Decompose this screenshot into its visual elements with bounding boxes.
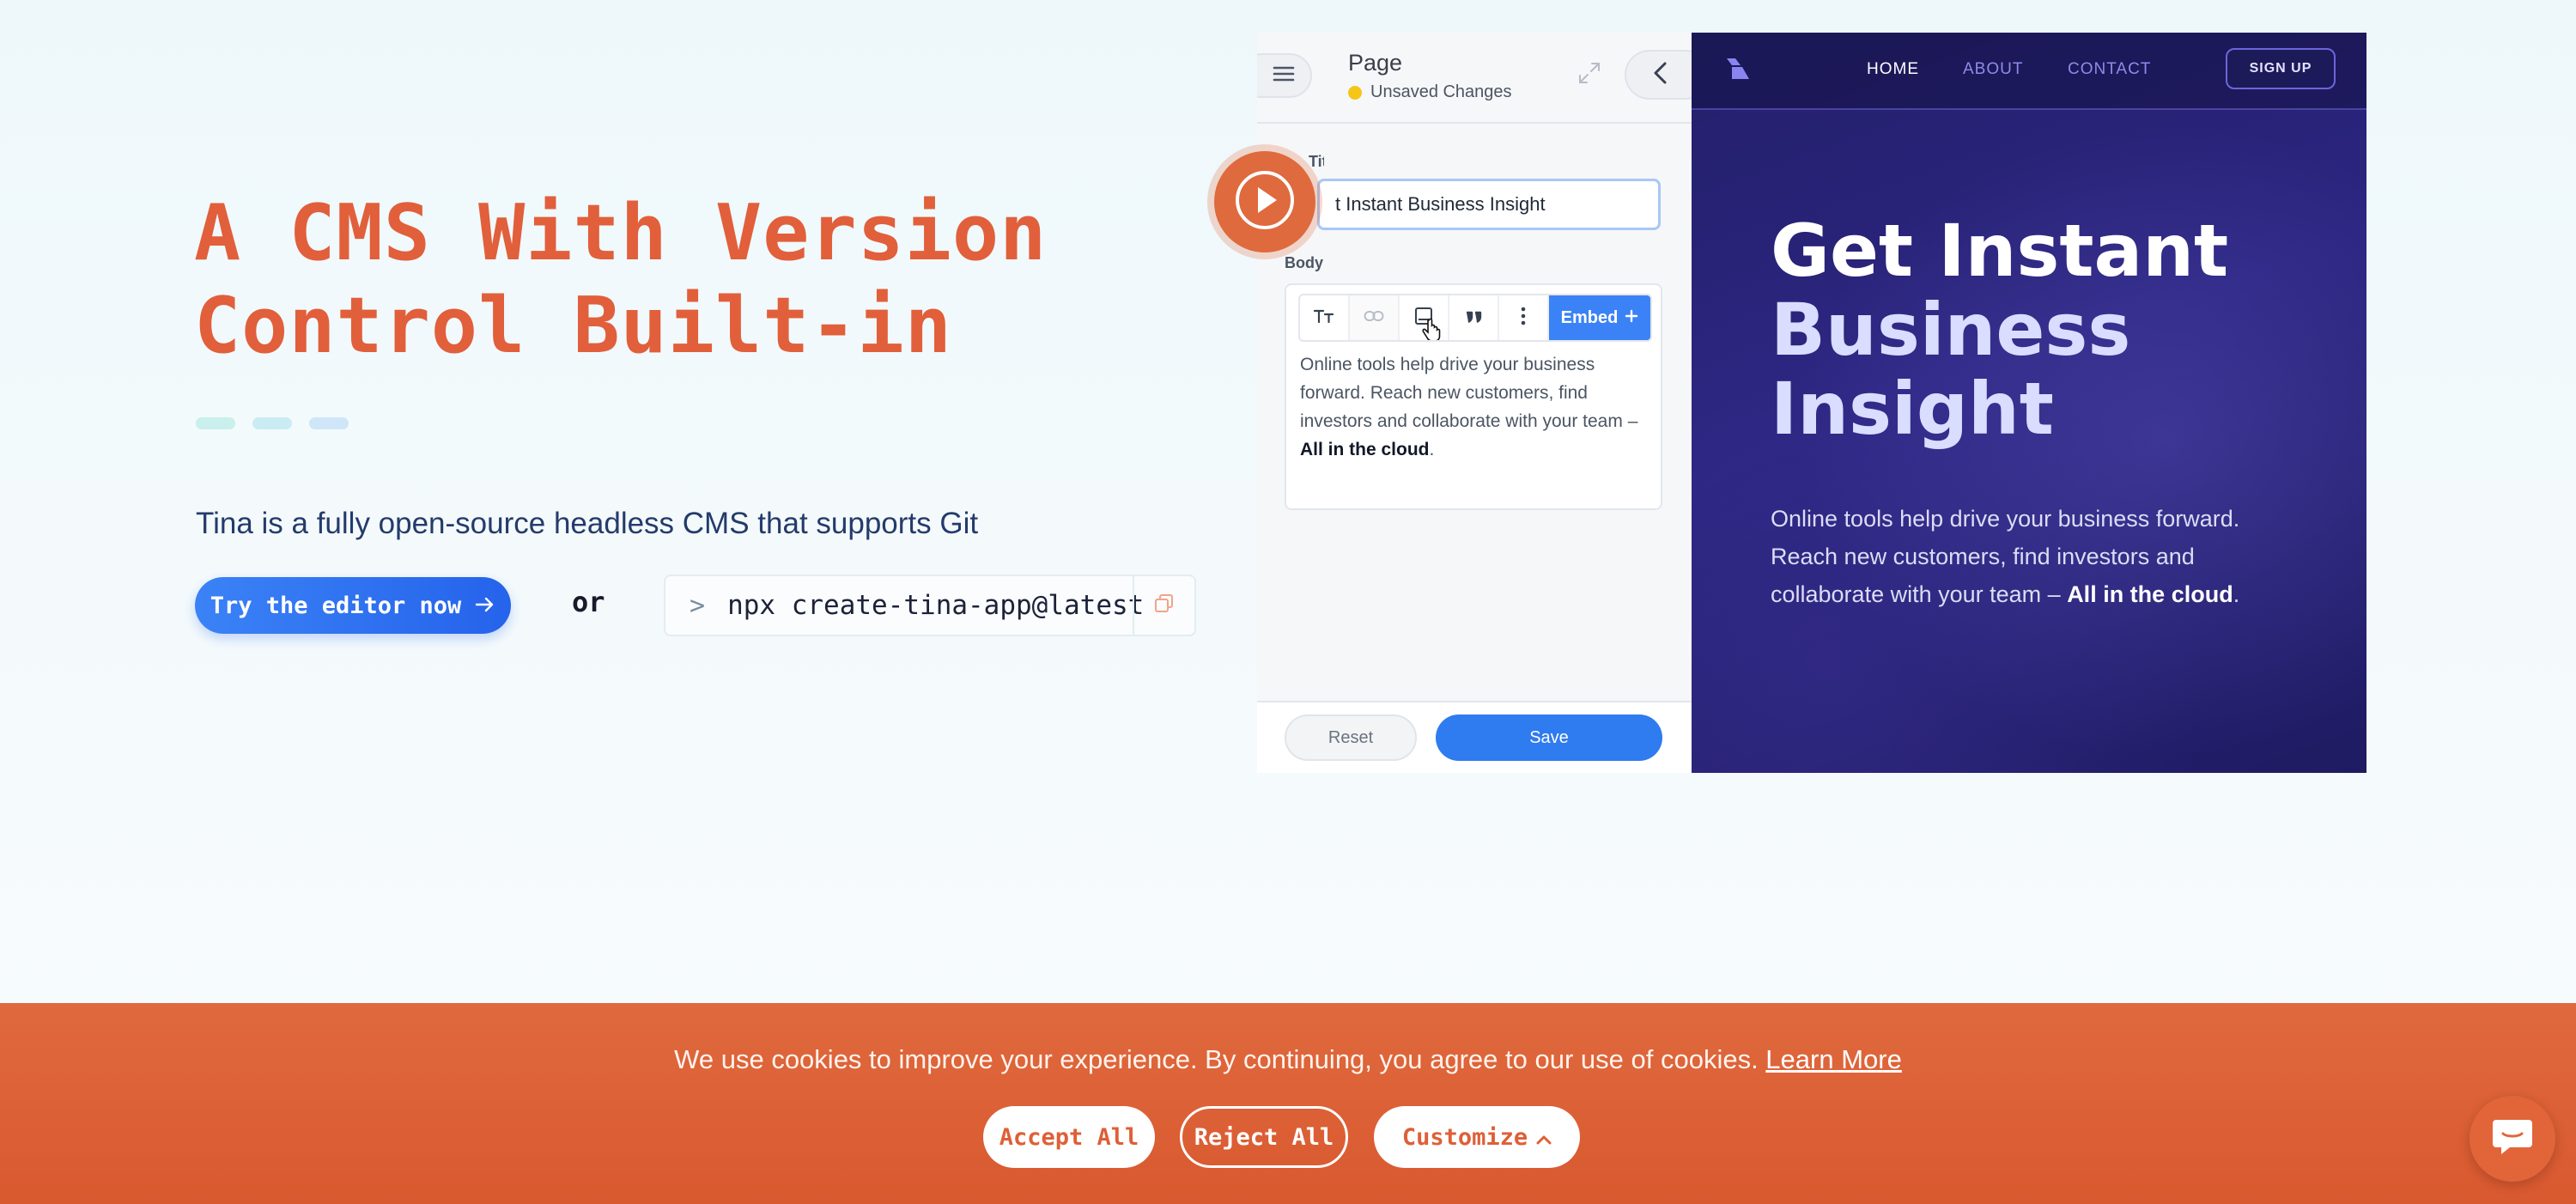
command-prompt: > — [690, 590, 706, 621]
cookie-message-text: We use cookies to improve your experienc… — [674, 1044, 1766, 1074]
preview-navbar: HOME ABOUT CONTACT SIGN UP — [1692, 33, 2366, 110]
link-icon — [1364, 309, 1384, 327]
status-dot — [1348, 85, 1362, 100]
try-editor-button[interactable]: Try the editor now — [195, 577, 511, 634]
dash — [196, 417, 235, 429]
body-field-label: Body — [1285, 254, 1323, 271]
site-preview: HOME ABOUT CONTACT SIGN UP Get Instant B… — [1692, 33, 2366, 773]
more-vertical-icon — [1521, 307, 1526, 330]
hero-title-line2: Control Built-in — [194, 281, 952, 371]
editor-header: Page Unsaved Changes — [1257, 33, 1692, 124]
copy-button[interactable] — [1133, 576, 1194, 635]
learn-more-link[interactable]: Learn More — [1765, 1044, 1902, 1074]
cookie-banner: We use cookies to improve your experienc… — [0, 1003, 2576, 1204]
text-size-icon — [1313, 307, 1334, 329]
preview-heading-line2: Business — [1771, 288, 2131, 372]
save-button[interactable]: Save — [1436, 714, 1662, 761]
body-text-plain: Online tools help drive your business fo… — [1300, 355, 1638, 431]
body-text-bold: All in the cloud — [1300, 440, 1430, 459]
embed-button[interactable]: Embed — [1549, 295, 1650, 340]
body-text-end: . — [1429, 440, 1435, 459]
preview-para-bold: All in the cloud — [2067, 581, 2233, 607]
cursor-hand-icon — [1420, 318, 1443, 340]
menu-button[interactable] — [1257, 53, 1312, 98]
customize-button[interactable]: Customize — [1374, 1106, 1580, 1168]
status-text: Unsaved Changes — [1370, 82, 1512, 101]
plus-icon — [1625, 308, 1638, 328]
title-input[interactable] — [1317, 179, 1661, 230]
quote-button[interactable] — [1449, 295, 1499, 340]
play-icon — [1235, 170, 1295, 234]
customize-label: Customize — [1401, 1123, 1528, 1151]
chevron-left-icon — [1652, 61, 1669, 89]
editor-panel: Page Unsaved Changes Title Body — [1257, 33, 1693, 773]
reset-button[interactable]: Reset — [1285, 714, 1417, 761]
nav-home[interactable]: HOME — [1867, 60, 1919, 79]
cookie-message: We use cookies to improve your experienc… — [0, 1044, 2576, 1075]
decorative-dashes — [196, 417, 349, 429]
more-button[interactable] — [1499, 295, 1549, 340]
preview-heading-line1: Get Instant — [1771, 209, 2229, 293]
heading-button[interactable] — [1300, 295, 1350, 340]
expand-icon[interactable] — [1577, 60, 1602, 90]
image-button[interactable] — [1400, 295, 1449, 340]
quote-icon — [1465, 309, 1482, 327]
reject-all-button[interactable]: Reject All — [1180, 1106, 1348, 1168]
try-editor-label: Try the editor now — [210, 592, 462, 619]
hero-title-line1: A CMS With Version — [194, 188, 1048, 278]
hamburger-icon — [1273, 65, 1295, 87]
editor-toolbar: Embed — [1298, 294, 1652, 342]
rich-text-editor[interactable]: Embed Online tools help drive your busin… — [1285, 283, 1662, 510]
logo-icon[interactable] — [1724, 55, 1753, 88]
status-badge: Unsaved Changes — [1348, 82, 1512, 102]
preview-para-end: . — [2233, 581, 2240, 607]
preview-heading-line3: Insight — [1771, 367, 2054, 451]
editor-footer: Reset Save — [1257, 701, 1692, 773]
chat-button[interactable] — [2470, 1096, 2555, 1182]
dash — [309, 417, 349, 429]
play-video-button[interactable] — [1214, 151, 1315, 252]
embed-label: Embed — [1560, 307, 1619, 327]
preview-paragraph: Online tools help drive your business fo… — [1771, 500, 2303, 613]
nav-contact[interactable]: CONTACT — [2068, 60, 2151, 79]
preview-heading: Get Instant Business Insight — [1771, 211, 2320, 448]
accept-all-button[interactable]: Accept All — [983, 1106, 1155, 1168]
collapse-button[interactable] — [1625, 50, 1692, 100]
signup-button[interactable]: SIGN UP — [2226, 48, 2336, 89]
chat-icon — [2489, 1116, 2536, 1162]
command-box: > npx create-tina-app@latest — [664, 575, 1196, 636]
nav-about[interactable]: ABOUT — [1963, 60, 2023, 79]
editor-title: Page — [1348, 50, 1403, 76]
copy-icon — [1153, 593, 1176, 619]
hero-subtitle: Tina is a fully open-source headless CMS… — [196, 507, 979, 540]
or-text: or — [572, 586, 605, 618]
dash — [252, 417, 292, 429]
command-text: npx create-tina-app@latest — [727, 590, 1145, 621]
link-button[interactable] — [1350, 295, 1400, 340]
body-text: Online tools help drive your business fo… — [1300, 350, 1652, 464]
hero-title: A CMS With Version Control Built-in — [194, 187, 1224, 373]
title-field-label: Title — [1309, 153, 1324, 170]
arrow-right-icon — [475, 593, 495, 619]
chevron-up-icon — [1536, 1124, 1552, 1151]
